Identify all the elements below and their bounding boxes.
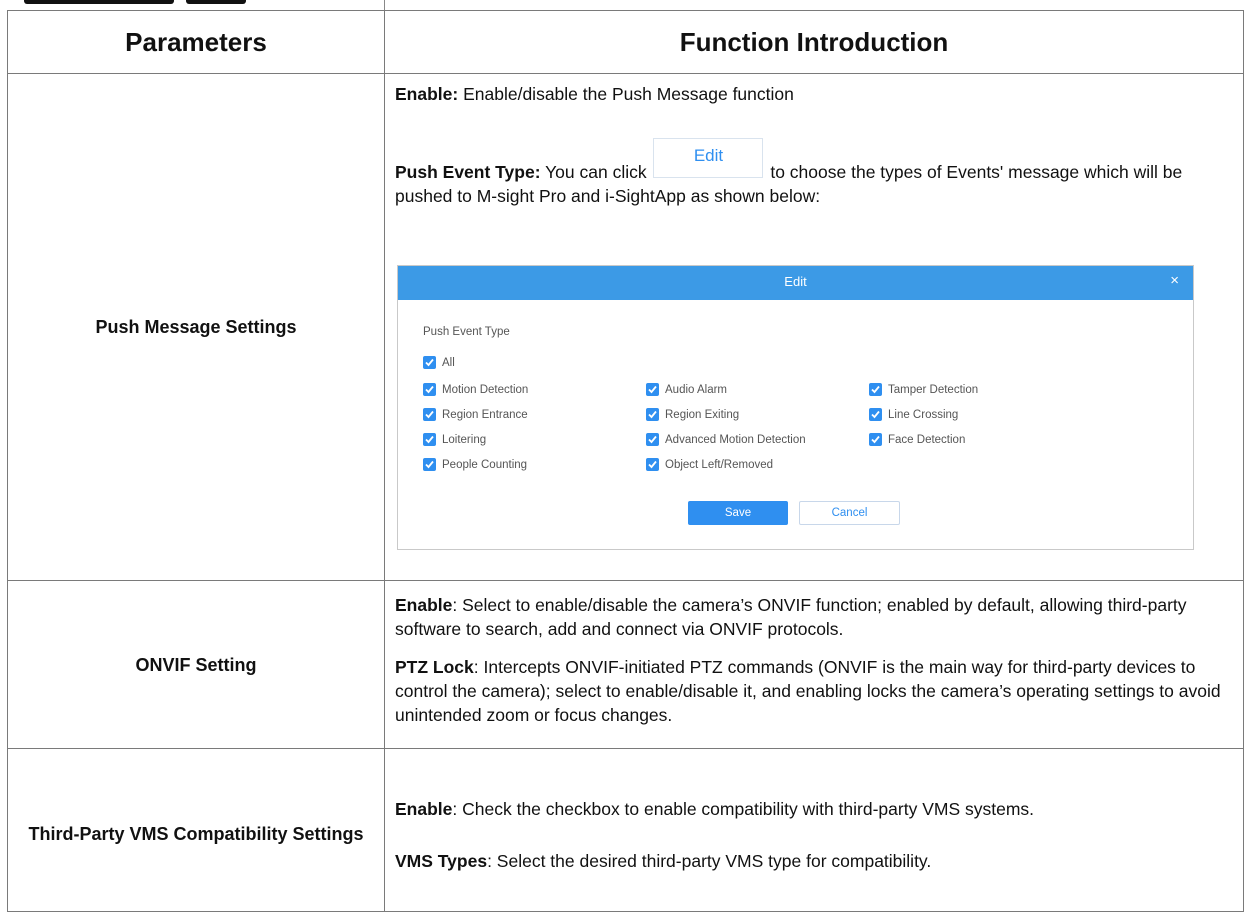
vms-types-label: VMS Types	[395, 851, 488, 871]
onvif-ptz-text: : Intercepts ONVIF-initiated PTZ command…	[395, 657, 1221, 725]
checkbox-label: Region Entrance	[442, 408, 528, 421]
checkbox-option[interactable]: Loitering	[423, 433, 486, 446]
function-onvif: Enable: Select to enable/disable the cam…	[384, 580, 1244, 749]
save-button[interactable]: Save	[688, 501, 788, 525]
checkbox-checked-icon	[423, 433, 436, 446]
checkbox-checked-icon	[423, 408, 436, 421]
close-icon[interactable]: ×	[1170, 272, 1179, 289]
checkbox-option[interactable]: Line Crossing	[869, 408, 958, 421]
cropped-heading-fragment	[186, 0, 246, 4]
checkbox-option[interactable]: Audio Alarm	[646, 383, 727, 396]
checkbox-option[interactable]: Region Entrance	[423, 408, 528, 421]
checkbox-label: Loitering	[442, 433, 487, 446]
column-divider-stub	[384, 0, 385, 10]
push-event-type-line: Push Event Type: You can click Edit to c…	[395, 138, 1233, 208]
checkbox-label: Tamper Detection	[888, 383, 979, 396]
checkbox-checked-icon	[869, 383, 882, 396]
push-event-type-text-a: You can click	[545, 162, 647, 182]
cropped-heading-fragment	[24, 0, 174, 4]
checkbox-option[interactable]: Tamper Detection	[869, 383, 978, 396]
checkbox-label: Motion Detection	[442, 383, 529, 396]
checkbox-checked-icon	[423, 356, 436, 369]
checkbox-label: Line Crossing	[888, 408, 959, 421]
onvif-ptz-line: PTZ Lock: Intercepts ONVIF-initiated PTZ…	[395, 655, 1233, 727]
checkbox-label: People Counting	[442, 458, 528, 471]
checkbox-label: Audio Alarm	[665, 383, 728, 396]
checkbox-checked-icon	[646, 408, 659, 421]
cancel-button[interactable]: Cancel	[799, 501, 900, 525]
onvif-enable-line: Enable: Select to enable/disable the cam…	[395, 593, 1233, 641]
checkbox-option[interactable]: People Counting	[423, 458, 527, 471]
push-enable-line: Enable: Enable/disable the Push Message …	[395, 82, 1233, 106]
checkbox-option[interactable]: Motion Detection	[423, 383, 528, 396]
checkbox-checked-icon	[646, 383, 659, 396]
header-parameters: Parameters	[7, 10, 385, 74]
checkbox-label: Object Left/Removed	[665, 458, 774, 471]
table-row: Third-Party VMS Compatibility Settings E…	[7, 748, 1244, 912]
onvif-ptz-label: PTZ Lock	[395, 657, 474, 677]
push-enable-text: Enable/disable the Push Message function	[463, 84, 794, 104]
onvif-enable-label: Enable	[395, 595, 453, 615]
checkbox-checked-icon	[646, 458, 659, 471]
checkbox-option[interactable]: Object Left/Removed	[646, 458, 773, 471]
checkbox-checked-icon	[423, 383, 436, 396]
table-header-row: Parameters Function Introduction	[7, 10, 1244, 74]
edit-dialog-screenshot: Edit × Push Event Type All Motion Detect…	[397, 265, 1194, 550]
checkbox-option[interactable]: Region Exiting	[646, 408, 739, 421]
vms-enable-line: Enable: Check the checkbox to enable com…	[395, 797, 1233, 821]
checkbox-label: Region Exiting	[665, 408, 740, 421]
push-event-type-label: Push Event Type:	[395, 162, 541, 182]
checkbox-option[interactable]: Face Detection	[869, 433, 965, 446]
checkbox-checked-icon	[646, 433, 659, 446]
vms-enable-label: Enable	[395, 799, 453, 819]
vms-types-text: : Select the desired third-party VMS typ…	[487, 851, 932, 871]
checkbox-all[interactable]: All	[423, 356, 455, 369]
dialog-section-label: Push Event Type	[423, 326, 510, 338]
checkbox-label: All	[442, 356, 455, 369]
checkbox-checked-icon	[423, 458, 436, 471]
table-row: ONVIF Setting Enable: Select to enable/d…	[7, 580, 1244, 749]
checkbox-checked-icon	[869, 433, 882, 446]
param-third-party-vms: Third-Party VMS Compatibility Settings	[7, 748, 385, 912]
param-onvif-setting: ONVIF Setting	[7, 580, 385, 749]
dialog-title: Edit	[784, 274, 807, 289]
edit-button[interactable]: Edit	[653, 138, 764, 178]
checkbox-label: Advanced Motion Detection	[665, 433, 806, 446]
vms-types-line: VMS Types: Select the desired third-part…	[395, 849, 1233, 873]
vms-enable-text: : Check the checkbox to enable compatibi…	[452, 799, 1035, 819]
checkbox-checked-icon	[869, 408, 882, 421]
onvif-enable-text: : Select to enable/disable the camera’s …	[395, 595, 1187, 639]
param-push-message-settings: Push Message Settings	[7, 73, 385, 581]
function-vms: Enable: Check the checkbox to enable com…	[384, 748, 1244, 912]
dialog-header: Edit ×	[398, 266, 1193, 300]
push-enable-label: Enable:	[395, 84, 459, 104]
checkbox-label: Face Detection	[888, 433, 966, 446]
header-function-introduction: Function Introduction	[384, 10, 1244, 74]
checkbox-option[interactable]: Advanced Motion Detection	[646, 433, 806, 446]
